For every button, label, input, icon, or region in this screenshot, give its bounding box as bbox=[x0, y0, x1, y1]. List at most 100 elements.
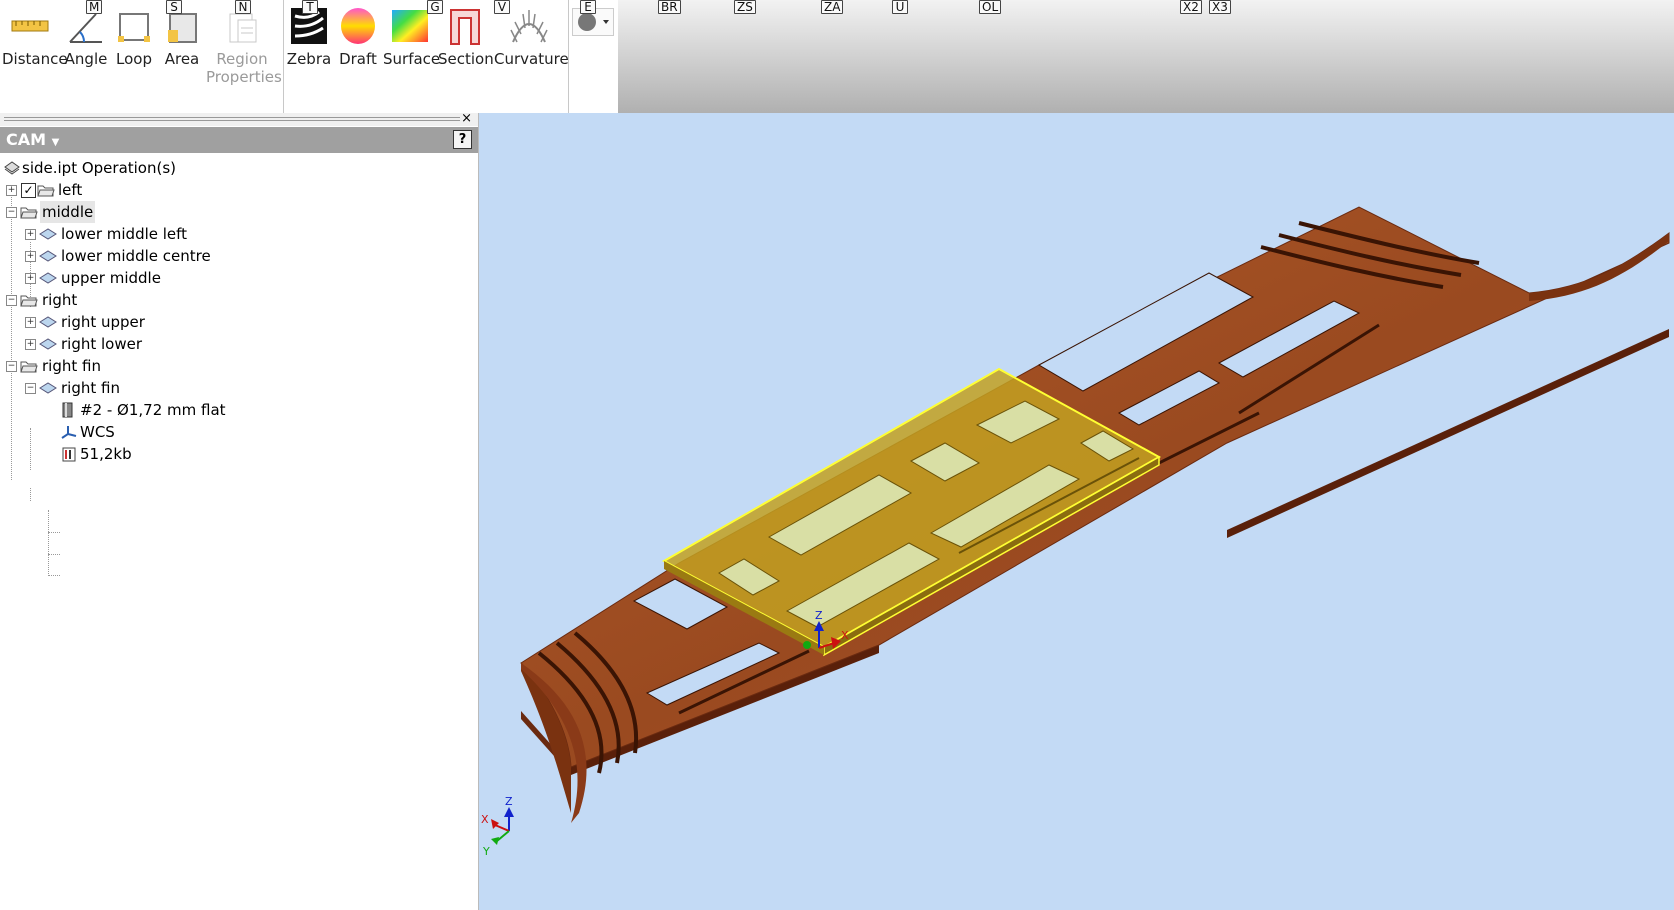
tree-connector bbox=[48, 510, 49, 574]
ribbon-separator bbox=[568, 0, 569, 113]
graphics-viewport[interactable]: Z X Z X Y bbox=[479, 113, 1674, 910]
chevron-down-icon: ▼ bbox=[51, 137, 60, 148]
keytip-draft: G bbox=[427, 0, 443, 14]
curvature-label: Curvature bbox=[494, 50, 569, 68]
tree-connector bbox=[48, 554, 60, 555]
operation-icon bbox=[39, 228, 57, 240]
region-properties-label: Region Properties bbox=[206, 50, 282, 86]
ribbon: Distance Angle Loop Area Region Properti… bbox=[0, 0, 1674, 113]
section-button[interactable]: Section bbox=[438, 2, 494, 68]
nc-file-icon bbox=[62, 447, 76, 462]
tree-label: side.ipt Operation(s) bbox=[22, 159, 177, 177]
keytip-loop: S bbox=[166, 0, 182, 14]
wcs-z-label: Z bbox=[815, 609, 823, 622]
expand-toggle[interactable]: + bbox=[25, 317, 36, 328]
wooden-part[interactable] bbox=[520, 206, 1670, 873]
cam-menu-button[interactable]: CAM ▼ bbox=[6, 130, 59, 149]
draft-label: Draft bbox=[339, 50, 377, 68]
expand-toggle[interactable]: + bbox=[25, 229, 36, 240]
operation-icon bbox=[39, 250, 57, 262]
distance-label: Distance bbox=[2, 50, 68, 68]
3d-model-view: Z X Z X Y bbox=[481, 206, 1670, 873]
ruler-icon bbox=[8, 2, 52, 50]
panel-header: CAM ▼ ? bbox=[0, 127, 478, 153]
tree-label: WCS bbox=[80, 423, 115, 441]
keytip-ol: OL bbox=[979, 0, 1002, 14]
view-y-label: Y bbox=[482, 845, 490, 858]
tool-icon bbox=[62, 402, 73, 418]
keytip-x2: X2 bbox=[1180, 0, 1202, 14]
keytip-area: N bbox=[235, 0, 251, 14]
view-z-label: Z bbox=[505, 795, 513, 808]
loop-icon bbox=[112, 2, 156, 50]
tree-connector bbox=[30, 428, 31, 470]
tree-checkbox[interactable]: ✓ bbox=[21, 183, 36, 198]
tree-connector bbox=[48, 532, 60, 533]
wcs-x-label: X bbox=[841, 629, 849, 642]
tree-label: right fin bbox=[42, 357, 101, 375]
draft-button[interactable]: Draft bbox=[335, 2, 381, 68]
tree-label: lower middle left bbox=[61, 225, 188, 243]
keytip-surface: V bbox=[494, 0, 510, 14]
surface-icon bbox=[388, 2, 432, 50]
operation-icon bbox=[39, 316, 57, 328]
operation-icon bbox=[39, 338, 57, 350]
keytip-x3: X3 bbox=[1209, 0, 1231, 14]
tree-connector bbox=[11, 190, 12, 480]
loop-label: Loop bbox=[116, 50, 152, 68]
collapse-toggle[interactable]: − bbox=[6, 207, 17, 218]
collapse-toggle[interactable]: − bbox=[6, 295, 17, 306]
keytip-zebra: T bbox=[302, 0, 318, 14]
expand-toggle[interactable]: + bbox=[6, 185, 17, 196]
folder-icon bbox=[20, 361, 38, 373]
panel-grip[interactable]: × bbox=[0, 111, 478, 126]
wcs-icon bbox=[61, 426, 77, 439]
keytip-u: U bbox=[892, 0, 908, 14]
tree-connector bbox=[30, 488, 31, 501]
view-triad: Z X Y bbox=[481, 795, 514, 858]
expand-toggle[interactable]: + bbox=[25, 251, 36, 262]
help-button[interactable]: ? bbox=[453, 130, 472, 149]
cam-browser-panel: × CAM ▼ ? side.ipt Operation(s) + ✓ left… bbox=[0, 111, 479, 910]
tree-label: right lower bbox=[61, 335, 143, 353]
region-properties-button[interactable]: Region Properties bbox=[206, 2, 282, 86]
ribbon-separator bbox=[283, 0, 284, 113]
ribbon-empty-area bbox=[618, 0, 1674, 113]
operation-icon bbox=[39, 382, 57, 394]
distance-button[interactable]: Distance bbox=[2, 2, 68, 68]
tree-label: left bbox=[58, 181, 83, 199]
tree-label: lower middle centre bbox=[61, 247, 211, 265]
panel-close-button[interactable]: × bbox=[461, 111, 472, 126]
draft-icon bbox=[336, 2, 380, 50]
keytip-br: BR bbox=[658, 0, 681, 14]
tree-label: right bbox=[42, 291, 78, 309]
expand-toggle[interactable]: + bbox=[25, 339, 36, 350]
section-icon bbox=[443, 2, 487, 50]
tree-label: #2 - Ø1,72 mm flat bbox=[80, 401, 226, 419]
panel-grip-lines bbox=[4, 117, 460, 121]
operation-icon bbox=[39, 272, 57, 284]
tree-label: upper middle bbox=[61, 269, 161, 287]
tree-label: 51,2kb bbox=[80, 445, 132, 463]
folder-icon bbox=[37, 185, 55, 197]
tree-connector bbox=[48, 575, 60, 576]
area-label: Area bbox=[164, 50, 200, 68]
loop-button[interactable]: Loop bbox=[112, 2, 156, 68]
collapse-toggle[interactable]: − bbox=[6, 361, 17, 372]
folder-icon bbox=[20, 295, 38, 307]
curvature-icon bbox=[507, 2, 551, 50]
tree-label: right fin bbox=[61, 379, 120, 397]
keytip-curvature: E bbox=[580, 0, 596, 14]
tree-label: middle bbox=[40, 201, 96, 223]
surface-label: Surface bbox=[383, 50, 441, 68]
keytip-za: ZA bbox=[821, 0, 844, 14]
panel-title: CAM bbox=[6, 130, 47, 149]
tree-label: right upper bbox=[61, 313, 145, 331]
section-label: Section bbox=[438, 50, 494, 68]
zebra-label: Zebra bbox=[286, 50, 332, 68]
keytip-angle: M bbox=[86, 0, 103, 14]
keytip-zs: ZS bbox=[734, 0, 756, 14]
expand-toggle[interactable]: + bbox=[25, 273, 36, 284]
angle-label: Angle bbox=[64, 50, 108, 68]
collapse-toggle[interactable]: − bbox=[25, 383, 36, 394]
